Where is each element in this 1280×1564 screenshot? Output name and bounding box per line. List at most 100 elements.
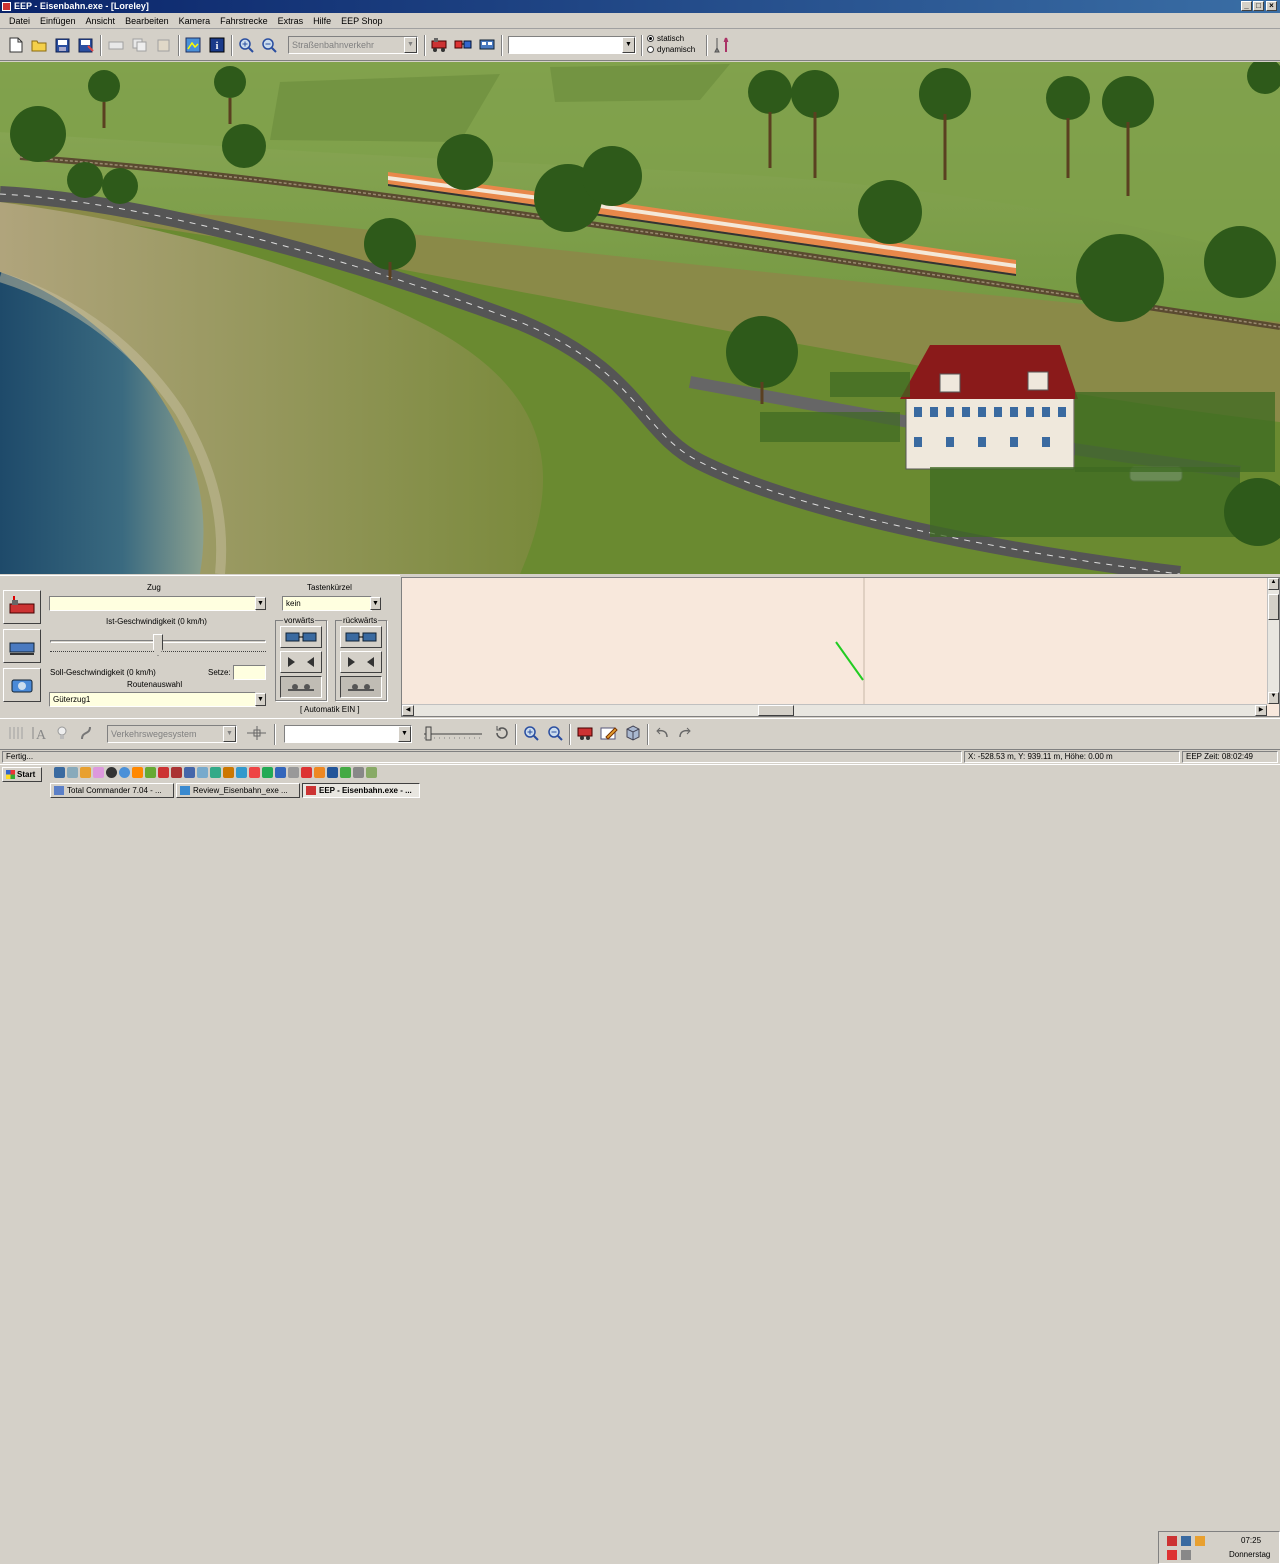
open-folder-icon[interactable] <box>29 35 49 55</box>
grid-icon[interactable] <box>6 723 26 743</box>
train-red-icon[interactable] <box>3 590 41 624</box>
scroll-up-icon[interactable]: ▲ <box>1268 578 1279 590</box>
message-area[interactable]: ▲ ▼ ◀ ▶ <box>401 577 1280 717</box>
train-settings-icon[interactable] <box>477 35 497 55</box>
automatik-status[interactable]: [ Automatik EIN ] <box>300 705 360 714</box>
forward-drive-button[interactable] <box>280 676 322 698</box>
lightbulb-icon[interactable] <box>52 723 72 743</box>
zoom-out-icon[interactable] <box>259 35 279 55</box>
tools-icon[interactable] <box>712 35 732 55</box>
quicklaunch-star-icon[interactable] <box>132 767 143 778</box>
crosshair-icon[interactable] <box>246 723 266 743</box>
save-icon[interactable] <box>52 35 72 55</box>
taskbar-item-eep[interactable]: EEP - Eisenbahn.exe - ... <box>302 783 420 798</box>
quicklaunch-mail-icon[interactable] <box>93 767 104 778</box>
chevron-down-icon[interactable]: ▼ <box>223 726 236 742</box>
quicklaunch-ps-icon[interactable] <box>327 767 338 778</box>
tray-volume-icon[interactable] <box>1195 1536 1205 1546</box>
chevron-down-icon[interactable]: ▼ <box>370 597 381 610</box>
route-field[interactable]: Güterzug1 <box>49 692 256 707</box>
quicklaunch-misc-icon[interactable] <box>288 767 299 778</box>
quicklaunch-media-icon[interactable] <box>314 767 325 778</box>
backward-couple-button[interactable] <box>340 626 382 648</box>
train-blue-icon[interactable] <box>3 629 41 663</box>
text-tool-icon[interactable]: A <box>29 723 49 743</box>
scroll-down-icon[interactable]: ▼ <box>1268 692 1279 704</box>
quicklaunch-chart-icon[interactable] <box>145 767 156 778</box>
tray-network-icon[interactable] <box>1181 1536 1191 1546</box>
quicklaunch-orange-icon[interactable] <box>223 767 234 778</box>
zoom-in-icon[interactable] <box>236 35 256 55</box>
radio-dynamic[interactable]: dynamisch <box>647 45 695 54</box>
chevron-down-icon[interactable]: ▼ <box>398 726 411 742</box>
curve-track-icon[interactable] <box>76 723 96 743</box>
info-icon[interactable]: i <box>207 35 227 55</box>
tray-printer-icon[interactable] <box>1181 1550 1191 1560</box>
chevron-down-icon[interactable]: ▼ <box>404 37 417 53</box>
vertical-scroll-thumb[interactable] <box>1268 594 1279 620</box>
quicklaunch-photo-icon[interactable] <box>158 767 169 778</box>
taskbar-item-total-commander[interactable]: Total Commander 7.04 - ... <box>50 783 174 798</box>
chevron-down-icon[interactable]: ▼ <box>622 37 635 53</box>
zoom-in-icon[interactable] <box>521 723 541 743</box>
quicklaunch-excel-icon[interactable] <box>262 767 273 778</box>
maximize-button[interactable]: □ <box>1253 1 1264 11</box>
quicklaunch-app-icon[interactable] <box>184 767 195 778</box>
3d-viewport[interactable] <box>0 62 1280 574</box>
quicklaunch-player-icon[interactable] <box>106 767 117 778</box>
search-field[interactable]: ▼ <box>508 36 636 54</box>
train-split-icon[interactable] <box>453 35 473 55</box>
menu-datei[interactable]: Datei <box>4 16 35 26</box>
quicklaunch-record-icon[interactable] <box>301 767 312 778</box>
setze-field[interactable] <box>233 665 266 680</box>
camera-train-icon[interactable] <box>3 668 41 702</box>
menu-bearbeiten[interactable]: Bearbeiten <box>120 16 174 26</box>
menu-kamera[interactable]: Kamera <box>174 16 216 26</box>
horizontal-scroll-thumb[interactable] <box>758 705 794 716</box>
zoom-out-icon[interactable] <box>545 723 565 743</box>
path-system-dropdown[interactable]: Verkehrswegesystem ▼ <box>107 725 237 743</box>
horizontal-scrollbar[interactable]: ◀ ▶ <box>402 704 1267 716</box>
save-as-icon[interactable] <box>76 35 96 55</box>
menu-ansicht[interactable]: Ansicht <box>81 16 121 26</box>
menu-einfuegen[interactable]: Einfügen <box>35 16 81 26</box>
start-button[interactable]: Start <box>2 767 42 782</box>
scroll-right-icon[interactable]: ▶ <box>1255 705 1267 716</box>
quicklaunch-tool-icon[interactable] <box>197 767 208 778</box>
menu-hilfe[interactable]: Hilfe <box>308 16 336 26</box>
forward-decouple-button[interactable] <box>280 651 322 673</box>
radio-static-indicator[interactable] <box>647 35 654 42</box>
rotate-icon[interactable] <box>492 723 512 743</box>
quicklaunch-win-icon[interactable] <box>340 767 351 778</box>
quicklaunch-firefox-icon[interactable] <box>80 767 91 778</box>
quicklaunch-word-icon[interactable] <box>275 767 286 778</box>
backward-drive-button[interactable] <box>340 676 382 698</box>
locomotive-icon[interactable] <box>429 35 449 55</box>
track-system-dropdown[interactable]: Straßenbahnverkehr ▼ <box>288 36 418 54</box>
quicklaunch-red-icon[interactable] <box>171 767 182 778</box>
quicklaunch-blue-icon[interactable] <box>236 767 247 778</box>
edit-icon[interactable] <box>599 723 619 743</box>
forward-couple-button[interactable] <box>280 626 322 648</box>
radio-static[interactable]: statisch <box>647 34 684 43</box>
scroll-left-icon[interactable]: ◀ <box>402 705 414 716</box>
radio-dynamic-indicator[interactable] <box>647 46 654 53</box>
quicklaunch-green-icon[interactable] <box>210 767 221 778</box>
new-file-icon[interactable] <box>6 35 26 55</box>
minimize-button[interactable]: _ <box>1241 1 1252 11</box>
quicklaunch-edit-icon[interactable] <box>67 767 78 778</box>
quicklaunch-disk-icon[interactable] <box>353 767 364 778</box>
object-dropdown[interactable]: ▼ <box>284 725 412 743</box>
cube-icon[interactable] <box>623 723 643 743</box>
menu-fahrstrecke[interactable]: Fahrstrecke <box>215 16 273 26</box>
menu-extras[interactable]: Extras <box>273 16 309 26</box>
house[interactable] <box>900 345 1078 470</box>
taskbar-item-review[interactable]: Review_Eisenbahn_exe ... <box>176 783 300 798</box>
quicklaunch-desktop-icon[interactable] <box>54 767 65 778</box>
redo-icon[interactable] <box>675 723 695 743</box>
undo-icon[interactable] <box>652 723 672 743</box>
tastenkuerzel-field[interactable]: kein <box>282 596 372 611</box>
map-icon[interactable] <box>183 35 203 55</box>
signal-icon[interactable] <box>575 723 595 743</box>
quicklaunch-opera-icon[interactable] <box>249 767 260 778</box>
